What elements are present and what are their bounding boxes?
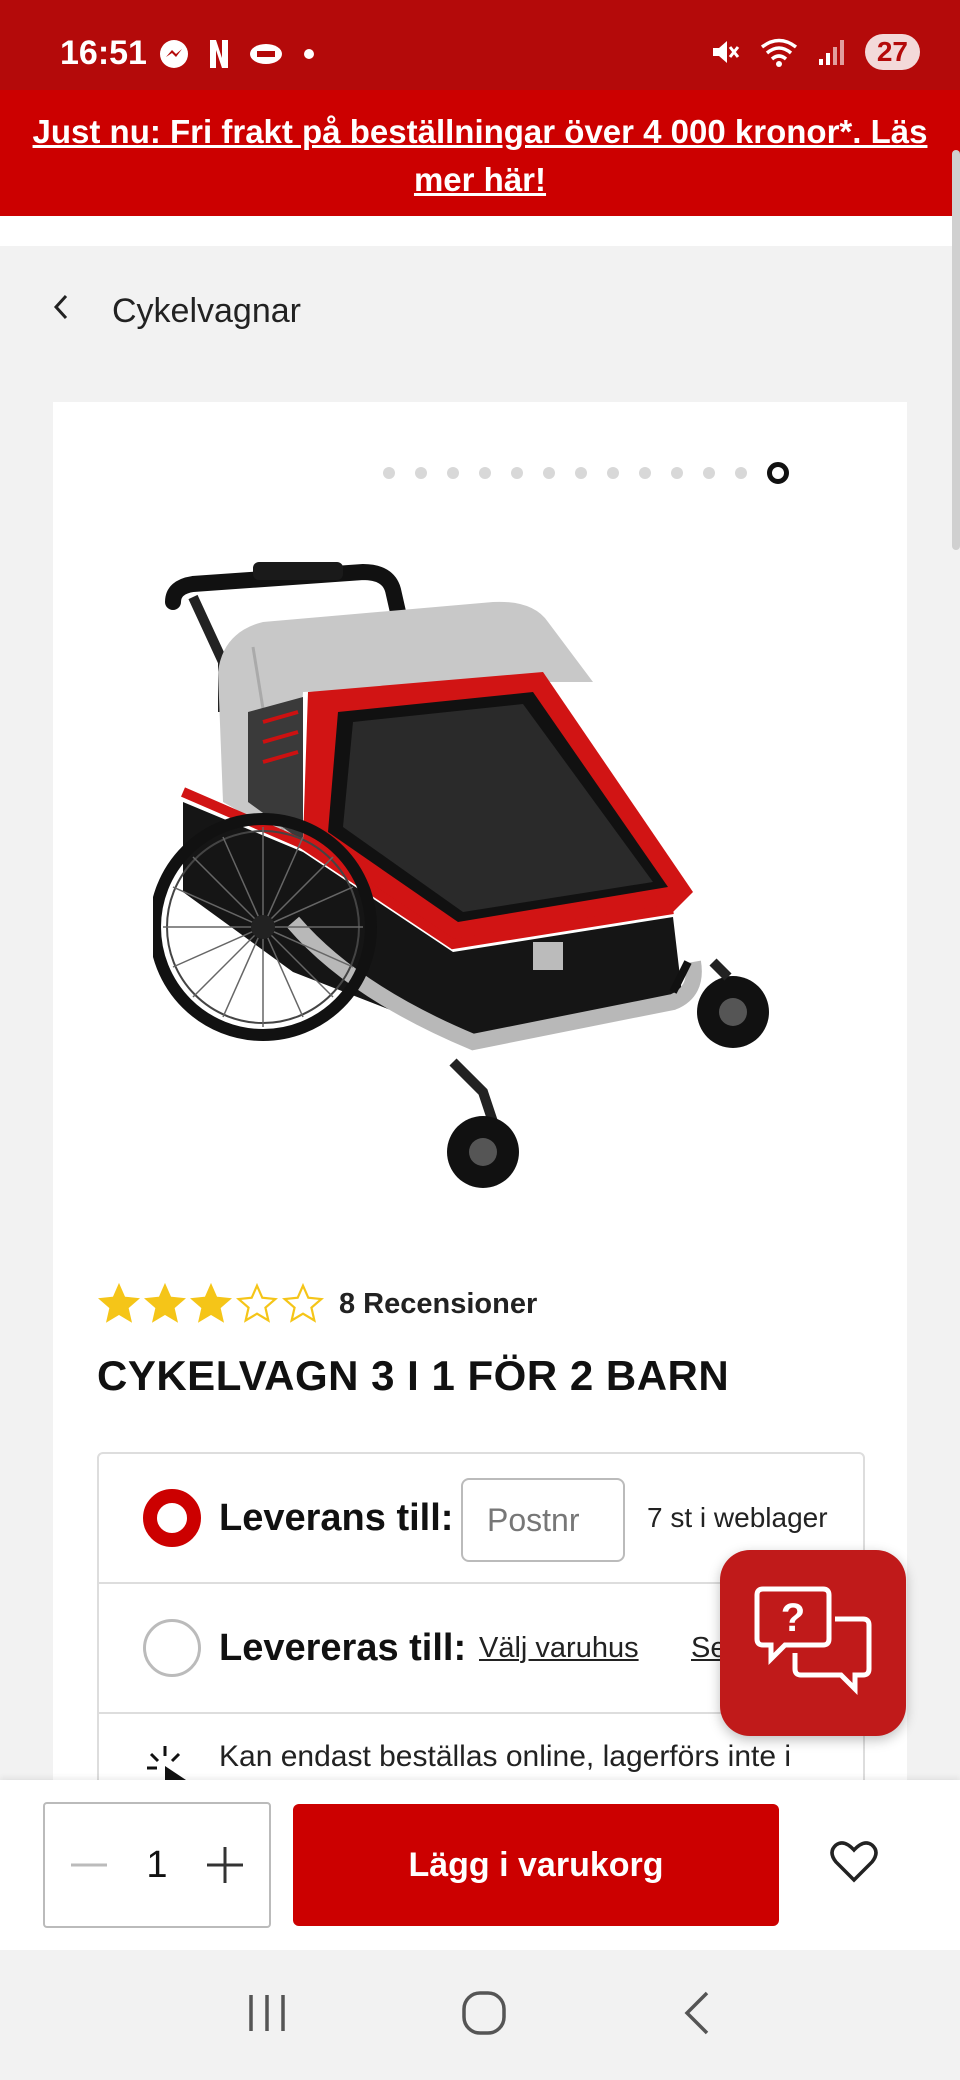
promo-banner: Just nu: Fri frakt på beställningar över… xyxy=(0,90,960,216)
system-nav-bar xyxy=(0,1950,960,2080)
info-text: Kan endast beställas online, lagerförs i… xyxy=(219,1740,792,1773)
star-filled-icon xyxy=(144,1282,186,1323)
reviews-link[interactable]: 8 Recensioner xyxy=(339,1288,537,1321)
chat-button[interactable]: ? xyxy=(720,1550,906,1736)
minus-icon[interactable] xyxy=(65,1841,113,1889)
status-icons-right: 27 xyxy=(709,34,920,70)
breadcrumb-label[interactable]: Cykelvagnar xyxy=(112,292,301,331)
pickup-radio[interactable] xyxy=(143,1619,201,1677)
battery-badge: 27 xyxy=(864,34,920,70)
star-empty-icon xyxy=(236,1282,278,1323)
plus-icon[interactable] xyxy=(201,1841,249,1889)
promo-link[interactable]: Just nu: Fri frakt på beställningar över… xyxy=(0,90,960,204)
delivery-radio[interactable] xyxy=(143,1489,201,1547)
breadcrumb[interactable]: Cykelvagnar xyxy=(50,290,301,333)
postnr-input[interactable]: Postnr xyxy=(461,1478,625,1562)
choose-store-link[interactable]: Välj varuhus xyxy=(479,1632,639,1665)
status-time: 16:51 xyxy=(60,34,147,72)
app-badge-icon xyxy=(248,41,284,67)
add-to-cart-button[interactable]: Lägg i varukorg xyxy=(293,1804,779,1926)
chevron-left-icon[interactable] xyxy=(50,290,72,333)
mute-icon xyxy=(709,36,741,68)
bottom-bar: 1 Lägg i varukorg xyxy=(0,1780,960,1950)
recent-apps-icon[interactable] xyxy=(245,1991,289,2040)
heart-icon[interactable] xyxy=(830,1840,878,1889)
star-filled-icon xyxy=(190,1282,232,1323)
pickup-label: Levereras till: xyxy=(219,1626,467,1669)
quantity-stepper[interactable]: 1 xyxy=(43,1802,271,1928)
star-empty-icon xyxy=(282,1282,324,1323)
status-icons-left xyxy=(158,38,316,70)
rating-stars xyxy=(97,1282,325,1326)
netflix-icon xyxy=(208,38,230,70)
stock-text: 7 st i weblager xyxy=(647,1502,828,1533)
signal-icon xyxy=(817,37,847,67)
product-title: CYKELVAGN 3 I 1 FÖR 2 BARN xyxy=(97,1352,730,1399)
messenger-icon xyxy=(158,38,190,70)
home-icon[interactable] xyxy=(460,1989,508,2042)
status-bar: 16:51 27 xyxy=(0,0,960,90)
header-strip xyxy=(0,216,960,246)
rating[interactable]: 8 Recensioner xyxy=(97,1282,537,1326)
svg-text:?: ? xyxy=(781,1596,805,1640)
scrollbar[interactable] xyxy=(952,150,960,550)
quantity-value[interactable]: 1 xyxy=(146,1844,167,1887)
product-image[interactable] xyxy=(153,472,793,1192)
chat-icon: ? xyxy=(754,1586,872,1696)
back-icon[interactable] xyxy=(679,1989,715,2042)
dot-icon xyxy=(302,47,316,61)
delivery-label: Leverans till: xyxy=(219,1496,454,1539)
star-filled-icon xyxy=(98,1282,140,1323)
wifi-icon xyxy=(759,36,799,68)
